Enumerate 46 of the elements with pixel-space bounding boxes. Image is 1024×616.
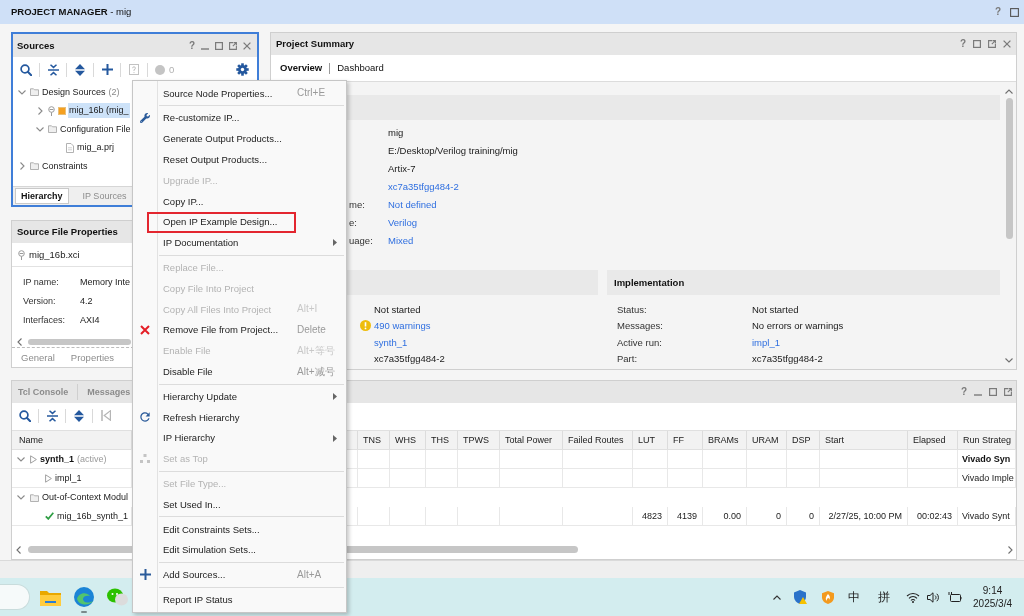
field-value: No errors or warnings bbox=[752, 321, 844, 331]
field-label: uage: bbox=[349, 236, 373, 246]
panel-title: Project Summary bbox=[276, 39, 355, 49]
section-header: Implementation bbox=[607, 270, 1000, 295]
file-name: mig_16b.xci bbox=[29, 249, 80, 260]
shortcut-text: Ctrl+E bbox=[297, 88, 326, 99]
shortcut-text: Alt+减号 bbox=[297, 366, 335, 377]
field-label: Messages: bbox=[617, 321, 663, 331]
panel-title: Source File Properties bbox=[17, 227, 118, 237]
item-count: (2) bbox=[108, 87, 120, 97]
table-cell: 00:02:43 bbox=[908, 507, 958, 525]
field-value: xc7a35tfgg484-2 bbox=[752, 354, 823, 364]
shortcut-text: Alt+A bbox=[297, 569, 322, 580]
property-label: Version: bbox=[23, 297, 56, 306]
property-label: Interfaces: bbox=[23, 316, 66, 325]
field-value: Artix-7 bbox=[388, 164, 416, 174]
shortcut-text: Delete bbox=[297, 325, 326, 336]
property-value: 4.2 bbox=[80, 297, 93, 306]
field-value: xc7a35tfgg484-2 bbox=[374, 354, 445, 364]
table-cell: 4139 bbox=[668, 507, 703, 525]
field-value: E:/Desktop/Verilog training/mig bbox=[388, 146, 518, 156]
table-cell: Vivado Synt bbox=[958, 507, 1016, 525]
clock-time: 9:14 bbox=[982, 585, 1003, 596]
field-label: me: bbox=[349, 200, 365, 210]
field-label: Part: bbox=[617, 354, 638, 364]
field-label: e: bbox=[349, 218, 357, 228]
table-cell: 0 bbox=[747, 507, 787, 525]
table-cell: 4823 bbox=[633, 507, 668, 525]
panel-title: Sources bbox=[17, 40, 55, 51]
table-cell: 0.00 bbox=[703, 507, 747, 525]
table-cell: Vivado Imple bbox=[958, 469, 1016, 487]
status-count: 0 bbox=[169, 64, 175, 75]
clock-date: 2025/3/4 bbox=[973, 598, 1012, 609]
property-value: Memory Inte bbox=[80, 278, 130, 287]
run-status: (active) bbox=[77, 454, 107, 464]
table-cell: 0 bbox=[787, 507, 820, 525]
window-title: PROJECT MANAGER - mig bbox=[11, 7, 132, 17]
field-value: Not started bbox=[374, 304, 421, 314]
field-label: Active run: bbox=[617, 337, 662, 347]
property-value: AXI4 bbox=[80, 316, 100, 325]
table-cell: 2/27/25, 10:00 PM bbox=[820, 507, 908, 525]
field-value: mig bbox=[388, 128, 404, 138]
field-value: Not started bbox=[752, 304, 799, 314]
field-label: Status: bbox=[617, 304, 647, 314]
table-cell: Vivado Syn bbox=[958, 450, 1016, 468]
property-label: IP name: bbox=[23, 278, 59, 287]
